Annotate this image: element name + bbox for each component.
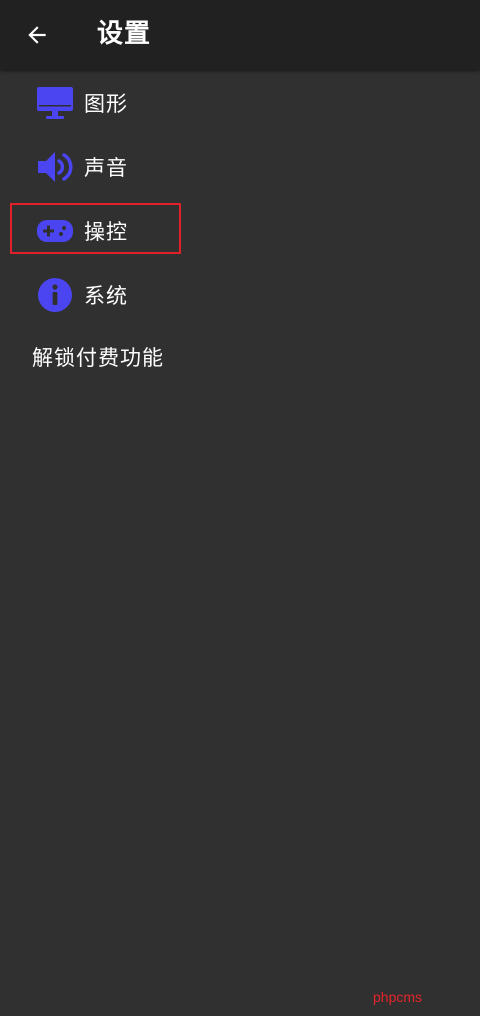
app-bar: 设置 [0, 0, 480, 70]
highlight-box [10, 203, 181, 254]
menu-item-label: 声音 [84, 156, 128, 180]
monitor-icon [34, 82, 76, 124]
settings-screen: 设置 图形 声音 操控 系统 解锁付费功能 phpcms [0, 0, 480, 1016]
arrow-left-icon [28, 26, 46, 44]
menu-item-label: 图形 [84, 92, 128, 116]
menu-item-system[interactable]: 系统 [12, 270, 182, 320]
watermark-text: phpcms [373, 989, 423, 1005]
unlock-premium-link[interactable]: 解锁付费功能 [32, 340, 164, 376]
menu-item-graphics[interactable]: 图形 [12, 78, 182, 128]
menu-item-label: 系统 [84, 284, 128, 308]
info-icon [34, 274, 76, 316]
back-button[interactable] [14, 12, 60, 58]
speaker-icon [34, 146, 76, 188]
menu-item-sound[interactable]: 声音 [12, 142, 182, 192]
page-title: 设置 [97, 19, 152, 49]
